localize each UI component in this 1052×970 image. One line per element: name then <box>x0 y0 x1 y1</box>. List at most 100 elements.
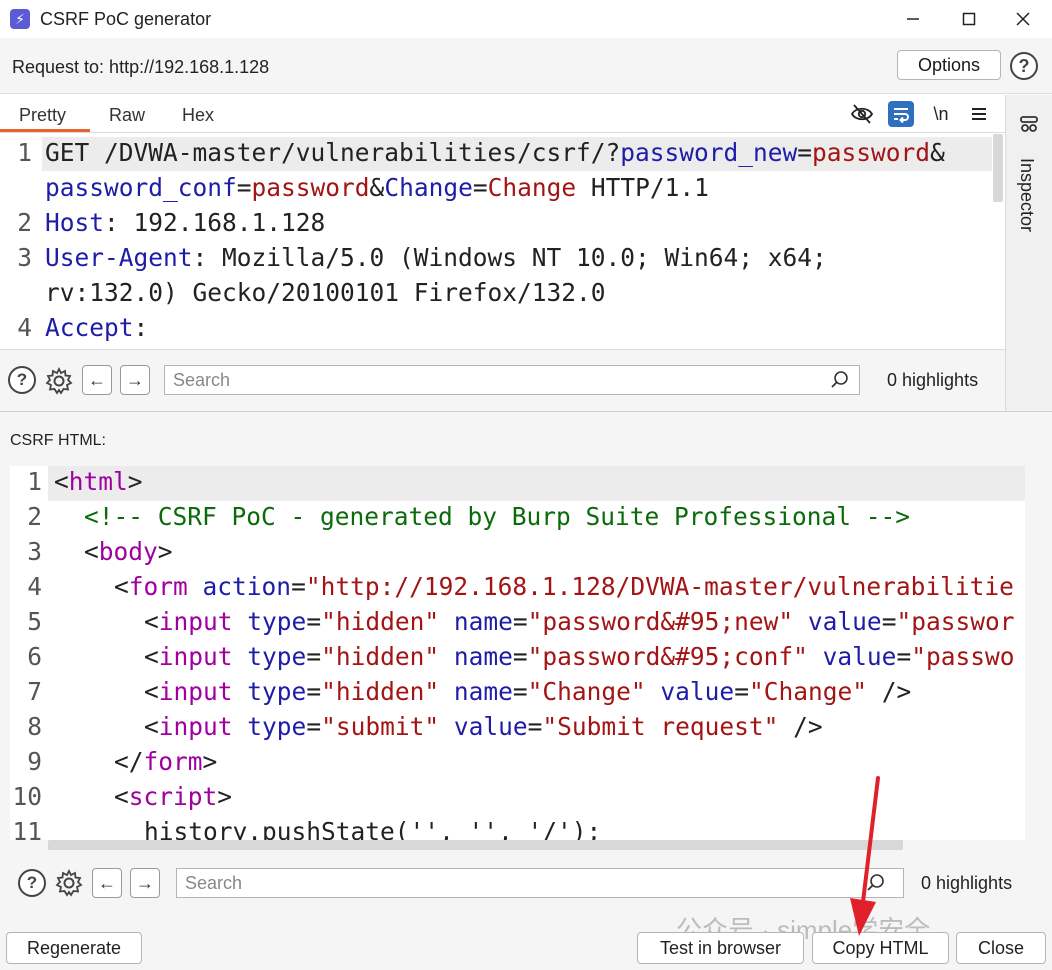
code-token: = <box>797 138 813 167</box>
code-token: type <box>247 712 307 741</box>
code-token: = <box>881 607 897 636</box>
code-token: < <box>84 537 99 566</box>
search-help-icon[interactable]: ? <box>18 869 46 897</box>
line-number: 4 <box>27 572 42 601</box>
code-token: > <box>202 747 218 776</box>
html-search-input[interactable]: Search <box>176 868 904 898</box>
code-token: name <box>453 607 513 636</box>
search-icon[interactable] <box>830 370 850 395</box>
code-token: name <box>453 677 513 706</box>
inspector-sidebar[interactable] <box>1005 95 1052 411</box>
line-number: 6 <box>27 642 42 671</box>
gear-icon[interactable] <box>44 366 74 401</box>
code-token: input <box>158 677 233 706</box>
code-token: value <box>660 677 735 706</box>
code-token: password_conf <box>45 173 237 202</box>
code-token: = <box>512 642 528 671</box>
code-token: value <box>453 712 528 741</box>
help-icon[interactable]: ? <box>1010 52 1038 80</box>
minimize-icon[interactable] <box>890 4 936 34</box>
code-token: type <box>247 607 307 636</box>
code-token: < <box>144 677 159 706</box>
line-number: 2 <box>17 208 32 237</box>
next-arrow-icon[interactable]: → <box>130 868 160 898</box>
wrap-lines-icon[interactable] <box>888 101 914 127</box>
horizontal-scrollbar[interactable] <box>48 840 903 850</box>
tab-pretty[interactable]: Pretty <box>19 105 66 126</box>
code-token: = <box>291 572 306 601</box>
line-number: 1 <box>17 138 32 167</box>
code-line: <input type="hidden" name="password&#95;… <box>144 607 1014 636</box>
lightning-icon: ⚡ <box>10 9 30 29</box>
window-title: CSRF PoC generator <box>40 9 212 29</box>
code-token: = <box>306 712 322 741</box>
code-line: Accept: <box>45 313 148 342</box>
previous-arrow-icon[interactable]: ← <box>92 868 122 898</box>
previous-arrow-icon[interactable]: ← <box>82 365 112 395</box>
code-line: history.pushState('', '', '/'); <box>144 817 601 840</box>
maximize-icon[interactable] <box>946 4 992 34</box>
inspector-label[interactable]: Inspector <box>1016 158 1037 232</box>
current-line-highlight <box>48 466 1025 501</box>
line-number: 5 <box>27 607 42 636</box>
code-line: <input type="hidden" name="password&#95;… <box>144 642 1014 671</box>
request-target-label: Request to: http://192.168.1.128 <box>12 57 270 77</box>
code-token: type <box>247 642 307 671</box>
search-help-icon[interactable]: ? <box>8 366 36 394</box>
code-token: input <box>158 607 233 636</box>
code-token: > <box>217 782 233 811</box>
code-token: < <box>144 712 159 741</box>
close-button[interactable]: Close <box>956 932 1046 964</box>
menu-icon[interactable] <box>966 101 992 127</box>
code-token: "Change" <box>527 677 646 706</box>
line-number: 2 <box>27 502 42 531</box>
code-token: Accept <box>45 313 134 342</box>
code-token: Change <box>384 173 473 202</box>
code-token: = <box>472 173 488 202</box>
next-arrow-icon[interactable]: → <box>120 365 150 395</box>
gear-icon[interactable] <box>54 868 84 903</box>
code-token: = <box>734 677 749 706</box>
line-number: 10 <box>12 782 42 811</box>
test-in-browser-button[interactable]: Test in browser <box>637 932 804 964</box>
line-number: 1 <box>27 467 42 496</box>
request-editor-scrollbar[interactable] <box>993 134 1003 202</box>
code-token: = <box>512 607 528 636</box>
request-search-input[interactable]: Search <box>164 365 860 395</box>
code-token: </ <box>114 747 144 776</box>
close-icon[interactable] <box>1000 4 1046 34</box>
code-token: name <box>453 642 513 671</box>
regenerate-button[interactable]: Regenerate <box>6 932 142 964</box>
newline-icon[interactable]: \n <box>928 101 954 127</box>
code-token: Host <box>45 208 105 237</box>
code-token: "passwo <box>911 642 1015 671</box>
code-token: "http://192.168.1.128/DVWA-master/vulner… <box>305 572 1014 601</box>
code-token: < <box>54 467 69 496</box>
code-token: = <box>527 712 543 741</box>
tab-hex[interactable]: Hex <box>182 105 214 126</box>
code-line: <!-- CSRF PoC - generated by Burp Suite … <box>84 502 910 531</box>
options-button[interactable]: Options <box>897 50 1001 80</box>
code-token: <!-- CSRF PoC - generated by Burp Suite … <box>84 502 911 531</box>
eye-slash-icon[interactable] <box>849 101 875 127</box>
code-token: form <box>143 747 203 776</box>
code-line: </form> <box>114 747 217 776</box>
code-token: = <box>896 642 912 671</box>
code-line: <input type="hidden" name="Change" value… <box>144 677 911 706</box>
code-token: & <box>930 138 945 167</box>
code-token: /> <box>866 677 912 706</box>
code-line: <script> <box>114 782 232 811</box>
code-token: < <box>144 642 159 671</box>
tab-raw[interactable]: Raw <box>109 105 145 126</box>
code-token: input <box>158 642 233 671</box>
code-token: = <box>512 677 528 706</box>
line-number: 3 <box>17 243 32 272</box>
request-editor[interactable]: 1 GET /DVWA-master/vulnerabilities/csrf/?… <box>0 134 1005 349</box>
